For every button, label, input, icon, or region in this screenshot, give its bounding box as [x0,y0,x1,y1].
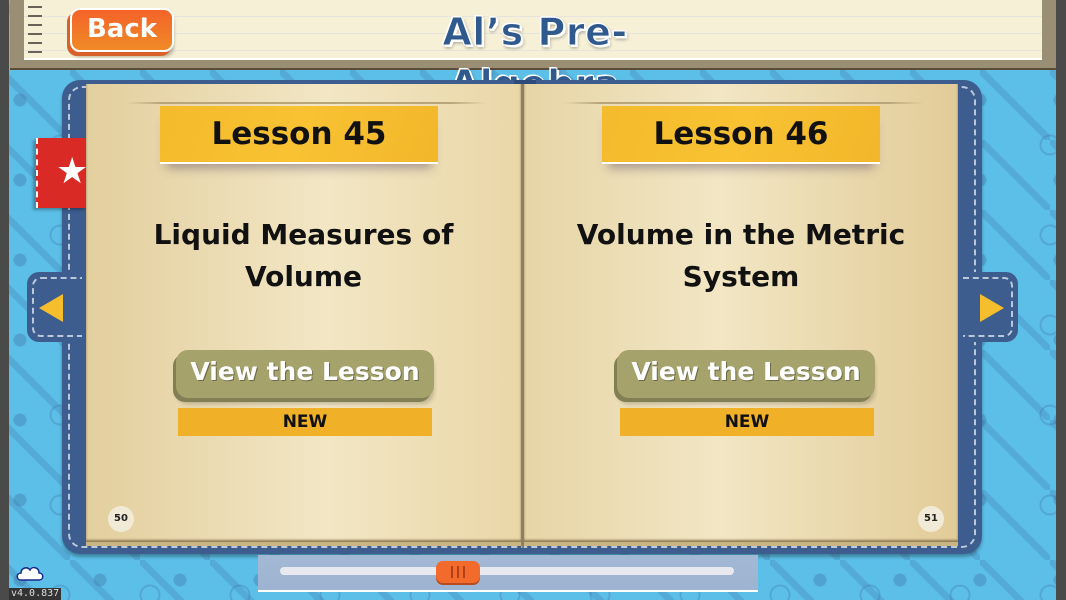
next-page-button[interactable] [958,272,1018,342]
lesson-banner: Lesson 46 [602,106,880,164]
app-title: Al’s Pre-Algebra [442,10,628,107]
left-page: Lesson 45 Liquid Measures of Volume View… [86,84,522,546]
lesson-title: Liquid Measures of Volume [86,214,521,298]
bookmark-tab[interactable]: ★ [36,138,88,208]
triangle-right-icon [980,294,1004,322]
lesson-title-line: Volume [244,260,363,293]
lesson-title: Volume in the Metric System [524,214,958,298]
view-lesson-button[interactable]: View the Lesson [176,350,434,398]
right-edge-strip [1056,0,1066,600]
lesson-title-line: Liquid Measures of [153,218,454,251]
banner-shelf-line [126,102,486,104]
spiral-binding [28,2,42,58]
banner-shelf-line [564,102,924,104]
page-number: 51 [918,506,944,532]
lesson-title-line: Volume in the Metric [576,218,906,251]
left-edge-strip [0,0,9,600]
page-slider-thumb[interactable] [435,561,480,583]
grip-line [450,566,453,578]
page-gutter [522,84,524,548]
page-slider-track[interactable] [280,567,734,575]
status-badge: NEW [178,408,432,436]
page-number: 50 [108,506,134,532]
version-label: v4.0.837 [9,588,62,600]
lesson-banner: Lesson 45 [160,106,438,164]
star-icon: ★ [56,151,89,192]
cloud-icon[interactable] [15,564,45,582]
lesson-title-line: System [682,260,800,293]
view-lesson-button[interactable]: View the Lesson [617,350,875,398]
triangle-left-icon [39,294,63,322]
status-badge: NEW [620,408,874,436]
back-button[interactable]: Back [70,8,174,52]
previous-page-button[interactable] [27,272,87,342]
page-slider-panel [258,555,758,592]
grip-line [456,566,459,578]
grip-line [462,566,465,578]
right-page: Lesson 46 Volume in the Metric System Vi… [524,84,958,546]
